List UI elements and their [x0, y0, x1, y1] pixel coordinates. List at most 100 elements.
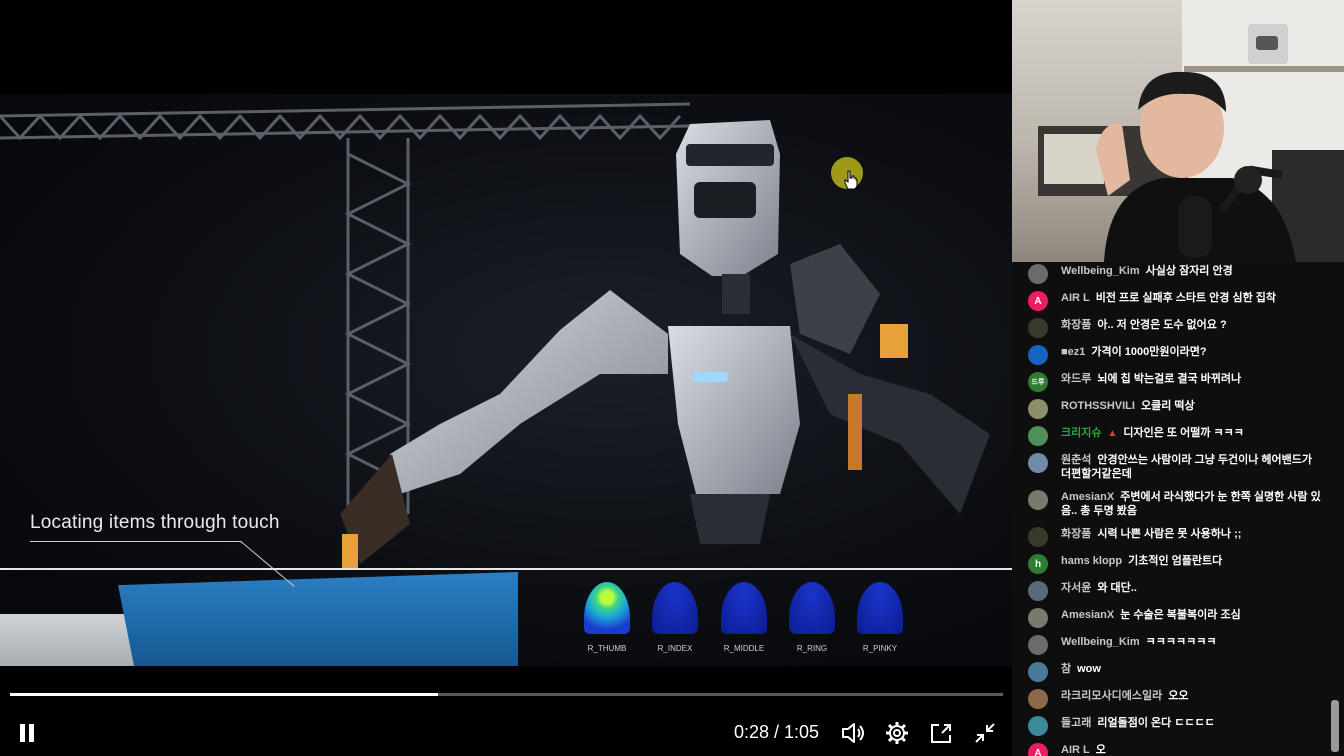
- sensor-heatmap: [789, 582, 835, 634]
- chat-author[interactable]: 라크리모사디에스일라: [1061, 690, 1162, 702]
- avatar[interactable]: [1028, 635, 1048, 655]
- avatar[interactable]: [1028, 608, 1048, 628]
- chat-author[interactable]: hams klopp: [1061, 555, 1122, 567]
- chat-author[interactable]: ■ez1: [1061, 346, 1085, 358]
- hand-cursor-icon: [844, 170, 858, 190]
- volume-button[interactable]: [836, 716, 870, 750]
- chat-author[interactable]: AmesianX: [1061, 491, 1114, 503]
- chat-text: 안경안쓰는 사람이라 그냥 두건이나 헤어밴드가 더편할거같은데: [1061, 454, 1312, 480]
- avatar[interactable]: [1028, 264, 1048, 284]
- annotation-underline: [30, 541, 242, 542]
- chat-text: ㅋㅋㅋㅋㅋㅋㅋ: [1145, 636, 1217, 648]
- member-badge-icon: ▲: [1107, 428, 1118, 439]
- avatar[interactable]: [1028, 527, 1048, 547]
- chat-message: 참 wow: [1012, 662, 1334, 689]
- blue-storage-bin: [118, 572, 518, 666]
- avatar[interactable]: A: [1028, 291, 1048, 311]
- avatar[interactable]: [1028, 453, 1048, 473]
- sensor-heatmap: [652, 582, 698, 634]
- chat-text: 아.. 저 안경은 도수 없어요 ?: [1097, 319, 1227, 331]
- chat-text: wow: [1077, 663, 1101, 675]
- finger-sensor-label: R_THUMB: [587, 644, 627, 653]
- webcam-scene: [1038, 0, 1344, 262]
- chat-author[interactable]: AmesianX: [1061, 609, 1114, 621]
- chat-text: 뇌에 칩 박는걸로 결국 바뀌려나: [1097, 373, 1242, 385]
- finger-sensor-ring: R_RING: [789, 582, 835, 653]
- chat-author[interactable]: ROTHSSHVILI: [1061, 400, 1135, 412]
- chat-text: 오: [1095, 744, 1106, 756]
- chat-message: Wellbeing_Kim 사실상 잠자리 안경: [1012, 264, 1334, 291]
- avatar[interactable]: [1028, 716, 1048, 736]
- chat-text: 오클리 떡상: [1140, 400, 1195, 412]
- pause-button[interactable]: [10, 716, 44, 750]
- chat-text: 기초적인 엄플란트다: [1128, 555, 1223, 567]
- avatar[interactable]: [1028, 490, 1048, 510]
- miniplayer-button[interactable]: [924, 716, 958, 750]
- settings-button[interactable]: [880, 716, 914, 750]
- chat-author[interactable]: 화장품: [1061, 319, 1091, 331]
- streamer-webcam: [1012, 0, 1344, 262]
- avatar[interactable]: [1028, 426, 1048, 446]
- pause-icon: [20, 724, 34, 742]
- chat-message: 라크리모사디에스일라 오오: [1012, 689, 1334, 716]
- progress-played: [10, 693, 438, 696]
- sensor-heatmap: [584, 582, 630, 634]
- avatar[interactable]: [1028, 345, 1048, 365]
- chat-message: 드루 와드루 뇌에 칩 박는걸로 결국 바뀌려나: [1012, 372, 1334, 399]
- avatar[interactable]: [1028, 581, 1048, 601]
- finger-sensor-middle: R_MIDDLE: [721, 582, 767, 653]
- chat-scrollbar[interactable]: [1331, 700, 1339, 752]
- chat-author[interactable]: AIR L: [1061, 744, 1090, 756]
- chat-author[interactable]: 화장품: [1061, 528, 1091, 540]
- chat-message: 원춘석 안경안쓰는 사람이라 그냥 두건이나 헤어밴드가 더편할거같은데: [1012, 453, 1334, 490]
- chat-message: A AIR L 비전 프로 실패후 스타트 안경 심한 집착: [1012, 291, 1334, 318]
- chat-message: 화장품 시력 나쁜 사람은 못 사용하나 ;;: [1012, 527, 1334, 554]
- finger-sensor-pinky: R_PINKY: [857, 582, 903, 653]
- live-chat[interactable]: Wellbeing_Kim 사실상 잠자리 안경 A AIR L 비전 프로 실패후…: [1012, 262, 1344, 756]
- avatar[interactable]: [1028, 399, 1048, 419]
- chat-text: 오오: [1168, 690, 1189, 702]
- chat-message: ROTHSSHVILI 오클리 떡상: [1012, 399, 1334, 426]
- avatar[interactable]: [1028, 662, 1048, 682]
- chat-message: ■ez1 가격이 1000만원이라면?: [1012, 345, 1334, 372]
- settings-gear-icon: [886, 722, 908, 744]
- sensor-heatmap: [721, 582, 767, 634]
- avatar[interactable]: [1028, 689, 1048, 709]
- finger-sensor-index: R_INDEX: [652, 582, 698, 653]
- sensor-heatmap: [857, 582, 903, 634]
- chat-author[interactable]: 원춘석: [1061, 454, 1091, 466]
- chat-author[interactable]: 참: [1061, 663, 1071, 675]
- chat-message: 자서윤 와 대단..: [1012, 581, 1334, 608]
- progress-bar[interactable]: [10, 693, 1003, 696]
- chat-text: 사실상 잠자리 안경: [1145, 265, 1233, 277]
- chat-message: 들고래 리얼돌점이 온다 ㄷㄷㄷㄷ: [1012, 716, 1334, 743]
- chat-author[interactable]: Wellbeing_Kim: [1061, 636, 1140, 648]
- hud-divider: [0, 568, 1012, 570]
- exit-fullscreen-button[interactable]: [968, 716, 1002, 750]
- avatar[interactable]: A: [1028, 743, 1048, 756]
- chat-message: A AIR L 오: [1012, 743, 1334, 756]
- chat-author[interactable]: 들고래: [1061, 717, 1091, 729]
- chat-message: h hams klopp 기초적인 엄플란트다: [1012, 554, 1334, 581]
- chat-text: 시력 나쁜 사람은 못 사용하나 ;;: [1097, 528, 1242, 540]
- chat-author-member[interactable]: 크리지슈: [1061, 427, 1101, 439]
- chat-text: 와 대단..: [1097, 582, 1137, 594]
- chat-message-list[interactable]: Wellbeing_Kim 사실상 잠자리 안경 A AIR L 비전 프로 실패후…: [1012, 262, 1334, 756]
- chat-message: Wellbeing_Kim ㅋㅋㅋㅋㅋㅋㅋ: [1012, 635, 1334, 662]
- avatar[interactable]: h: [1028, 554, 1048, 574]
- avatar[interactable]: 드루: [1028, 372, 1048, 392]
- chat-text: 가격이 1000만원이라면?: [1091, 346, 1207, 358]
- chat-author[interactable]: AIR L: [1061, 292, 1090, 304]
- chat-text: 디자인은 또 어떨까 ㅋㅋㅋ: [1123, 427, 1244, 439]
- chat-author[interactable]: 자서윤: [1061, 582, 1091, 594]
- volume-icon: [842, 723, 864, 743]
- finger-sensor-label: R_INDEX: [657, 644, 693, 653]
- chat-message: AmesianX 눈 수술은 복불복이라 조심: [1012, 608, 1334, 635]
- avatar[interactable]: [1028, 318, 1048, 338]
- chat-author[interactable]: 와드루: [1061, 373, 1091, 385]
- finger-sensor-label: R_RING: [796, 644, 828, 653]
- miniplayer-icon: [931, 724, 951, 743]
- finger-sensor-label: R_MIDDLE: [723, 644, 765, 653]
- video-player[interactable]: Locating items through touch R_THUMB R_I…: [0, 0, 1012, 756]
- chat-author[interactable]: Wellbeing_Kim: [1061, 265, 1140, 277]
